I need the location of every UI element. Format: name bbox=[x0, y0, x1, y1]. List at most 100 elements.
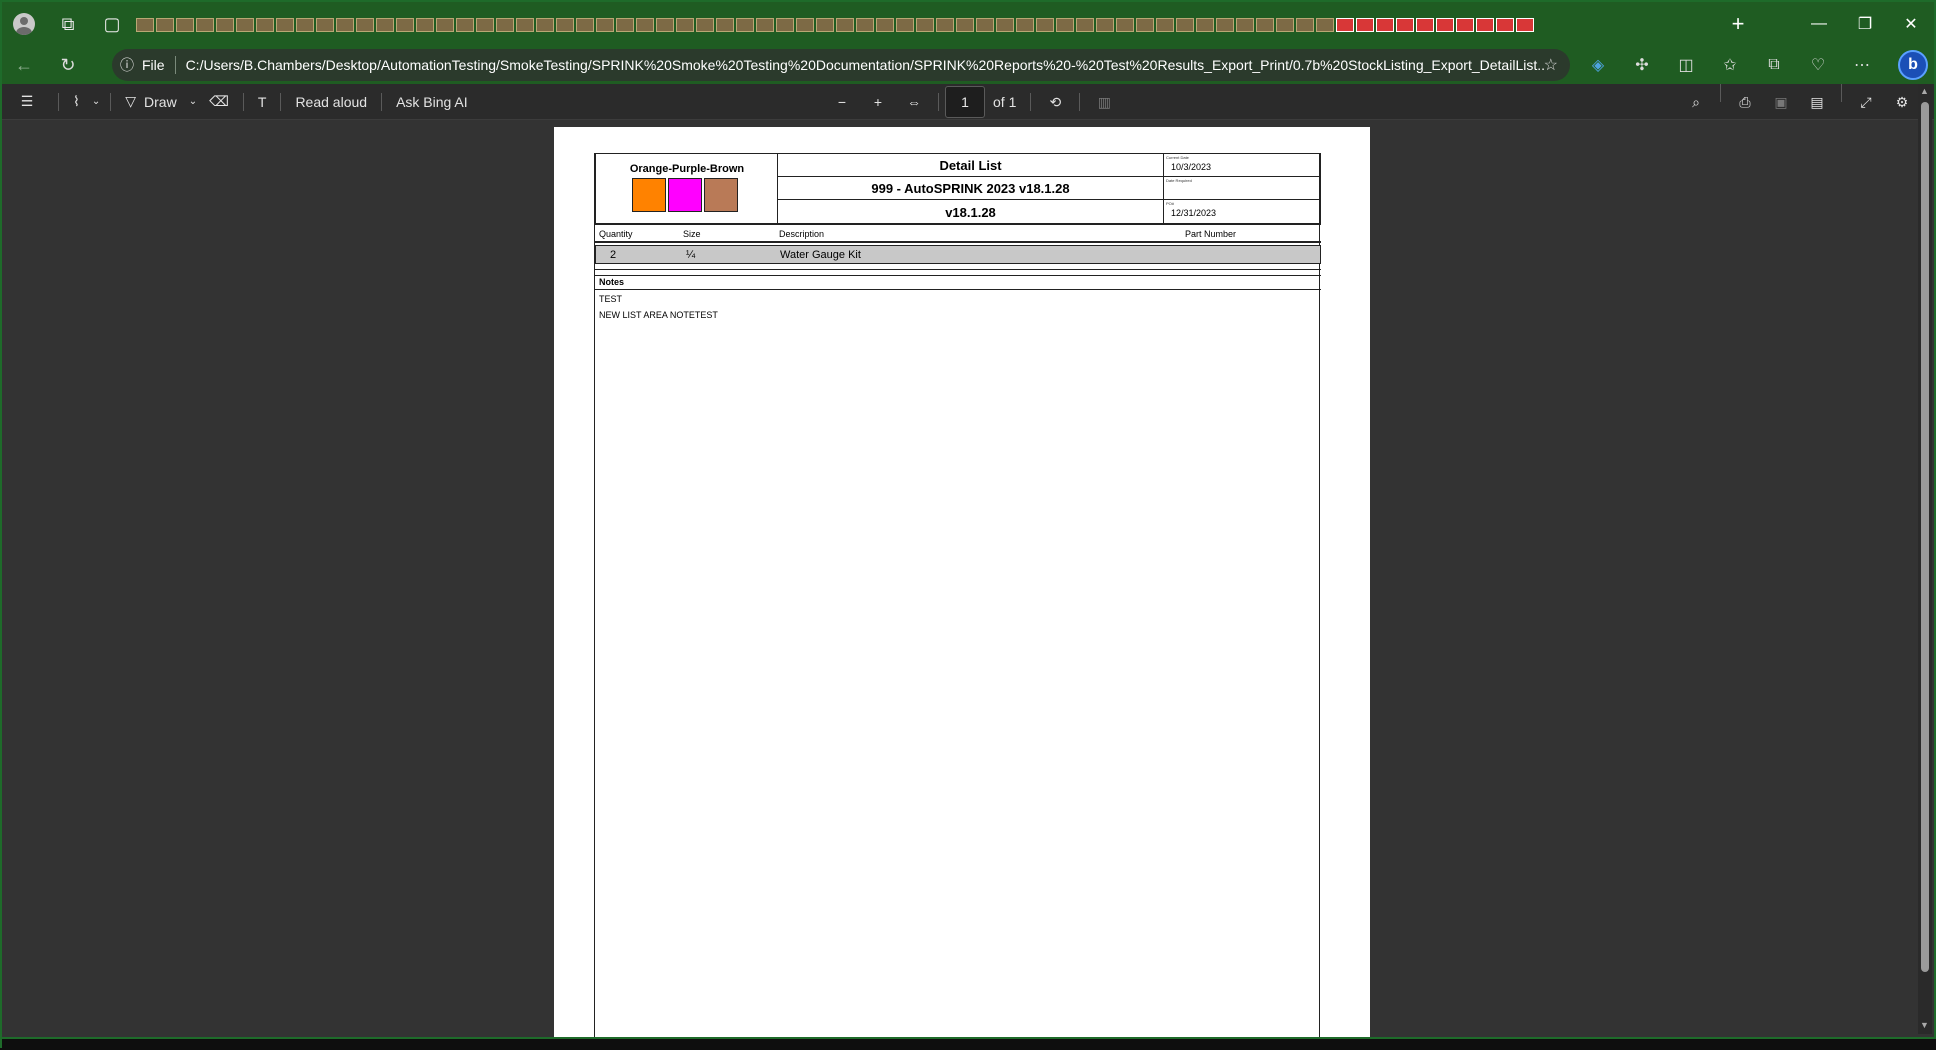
minimize-button[interactable]: — bbox=[1796, 2, 1842, 46]
browser-tab[interactable] bbox=[1296, 18, 1314, 32]
read-aloud-button[interactable]: Read aloud bbox=[287, 84, 375, 120]
browser-tab[interactable] bbox=[1096, 18, 1114, 32]
browser-tab[interactable] bbox=[636, 18, 654, 32]
page-view-icon[interactable]: ▥ bbox=[1086, 84, 1122, 120]
zoom-out-icon[interactable]: − bbox=[824, 84, 860, 120]
browser-tab[interactable] bbox=[316, 18, 334, 32]
browser-tab[interactable] bbox=[356, 18, 374, 32]
eraser-icon[interactable]: ⌫ bbox=[201, 84, 237, 120]
browser-tab[interactable] bbox=[1396, 18, 1414, 32]
browser-tab[interactable] bbox=[1136, 18, 1154, 32]
close-window-button[interactable]: ✕ bbox=[1888, 2, 1934, 46]
fit-page-icon[interactable]: ⇔ bbox=[896, 84, 932, 120]
browser-tab[interactable] bbox=[276, 18, 294, 32]
browser-tab[interactable] bbox=[476, 18, 494, 32]
site-info-icon[interactable]: ⓘ bbox=[112, 55, 142, 75]
search-icon[interactable]: ⌕ bbox=[1678, 84, 1714, 120]
page-number-input[interactable]: 1 bbox=[945, 86, 985, 118]
browser-tab[interactable] bbox=[1056, 18, 1074, 32]
browser-tab[interactable] bbox=[1456, 18, 1474, 32]
refresh-button[interactable]: ↻ bbox=[46, 46, 90, 84]
browser-tab[interactable] bbox=[556, 18, 574, 32]
highlight-icon[interactable]: ⌇ bbox=[65, 84, 88, 120]
browser-tab[interactable] bbox=[136, 18, 154, 32]
ask-bing-button[interactable]: Ask Bing AI bbox=[388, 84, 476, 120]
browser-tab[interactable] bbox=[956, 18, 974, 32]
draw-button[interactable]: ▽ Draw bbox=[117, 84, 184, 120]
browser-tab[interactable] bbox=[1216, 18, 1234, 32]
browser-tab[interactable] bbox=[1476, 18, 1494, 32]
browser-tab[interactable] bbox=[436, 18, 454, 32]
browser-tab[interactable] bbox=[936, 18, 954, 32]
text-box-icon[interactable]: T bbox=[250, 84, 275, 120]
browser-tab[interactable] bbox=[1276, 18, 1294, 32]
contents-icon[interactable]: ☰ bbox=[2, 84, 52, 120]
browser-tab[interactable] bbox=[496, 18, 514, 32]
browser-tab[interactable] bbox=[176, 18, 194, 32]
favorites-icon[interactable]: ✩ bbox=[1708, 46, 1752, 84]
browser-tab[interactable] bbox=[196, 18, 214, 32]
browser-tab[interactable] bbox=[756, 18, 774, 32]
browser-tab[interactable] bbox=[1416, 18, 1434, 32]
browser-tab[interactable] bbox=[1436, 18, 1454, 32]
browser-tab[interactable] bbox=[1336, 18, 1354, 32]
browser-tab[interactable] bbox=[416, 18, 434, 32]
browser-tab[interactable] bbox=[1116, 18, 1134, 32]
browser-tab[interactable] bbox=[536, 18, 554, 32]
browser-tab[interactable] bbox=[1176, 18, 1194, 32]
new-tab-button[interactable]: + bbox=[1718, 2, 1758, 46]
browser-tab[interactable] bbox=[376, 18, 394, 32]
browser-tab[interactable] bbox=[1036, 18, 1054, 32]
vertical-scrollbar[interactable]: ▲ ▼ bbox=[1918, 84, 1932, 1034]
browser-tab[interactable] bbox=[1516, 18, 1534, 32]
browser-tab[interactable] bbox=[896, 18, 914, 32]
browser-tab[interactable] bbox=[516, 18, 534, 32]
back-button[interactable]: ← bbox=[2, 46, 46, 84]
save-as-icon[interactable]: ▤ bbox=[1799, 84, 1835, 120]
chevron-down-icon[interactable]: ⌄ bbox=[185, 84, 201, 120]
browser-tab[interactable] bbox=[856, 18, 874, 32]
browser-tab[interactable] bbox=[816, 18, 834, 32]
browser-tab[interactable] bbox=[1016, 18, 1034, 32]
profile-button[interactable] bbox=[2, 2, 46, 46]
browser-tab[interactable] bbox=[596, 18, 614, 32]
browser-tab[interactable] bbox=[736, 18, 754, 32]
browser-tab[interactable] bbox=[876, 18, 894, 32]
browser-tab[interactable] bbox=[676, 18, 694, 32]
collections-icon[interactable]: ⧉ bbox=[1752, 46, 1796, 84]
restore-button[interactable]: ❐ bbox=[1842, 2, 1888, 46]
split-screen-icon[interactable]: ◫ bbox=[1664, 46, 1708, 84]
tab-actions-icon[interactable]: ▢ bbox=[90, 2, 134, 46]
browser-tab[interactable] bbox=[1496, 18, 1514, 32]
browser-tab[interactable] bbox=[976, 18, 994, 32]
extensions-puzzle-icon[interactable]: ✣ bbox=[1620, 46, 1664, 84]
url-text[interactable]: C:/Users/B.Chambers/Desktop/AutomationTe… bbox=[186, 57, 1546, 73]
more-menu-icon[interactable]: ⋯ bbox=[1840, 46, 1884, 84]
browser-tab[interactable] bbox=[256, 18, 274, 32]
extension-icon[interactable]: ◈ bbox=[1576, 46, 1620, 84]
zoom-in-icon[interactable]: + bbox=[860, 84, 896, 120]
scroll-thumb[interactable] bbox=[1921, 102, 1929, 972]
browser-tab[interactable] bbox=[296, 18, 314, 32]
save-icon[interactable]: ▣ bbox=[1763, 84, 1799, 120]
browser-tab[interactable] bbox=[656, 18, 674, 32]
browser-tab[interactable] bbox=[1256, 18, 1274, 32]
browser-tab[interactable] bbox=[1316, 18, 1334, 32]
scroll-up-icon[interactable]: ▲ bbox=[1920, 86, 1929, 96]
favorite-star-icon[interactable]: ☆ bbox=[1544, 55, 1558, 75]
browser-tab[interactable] bbox=[836, 18, 854, 32]
workspaces-icon[interactable]: ⧉ bbox=[46, 2, 90, 46]
browser-tab[interactable] bbox=[716, 18, 734, 32]
print-icon[interactable]: ⎙ bbox=[1727, 84, 1763, 120]
browser-tab[interactable] bbox=[1376, 18, 1394, 32]
settings-gear-icon[interactable]: ⚙ bbox=[1884, 84, 1920, 120]
browser-tab[interactable] bbox=[1076, 18, 1094, 32]
browser-essentials-icon[interactable]: ♡ bbox=[1796, 46, 1840, 84]
browser-tab[interactable] bbox=[616, 18, 634, 32]
browser-tab[interactable] bbox=[1236, 18, 1254, 32]
scroll-down-icon[interactable]: ▼ bbox=[1920, 1020, 1929, 1030]
browser-tab[interactable] bbox=[456, 18, 474, 32]
fullscreen-icon[interactable]: ⤢ bbox=[1848, 84, 1884, 120]
browser-tab[interactable] bbox=[156, 18, 174, 32]
browser-tab[interactable] bbox=[336, 18, 354, 32]
